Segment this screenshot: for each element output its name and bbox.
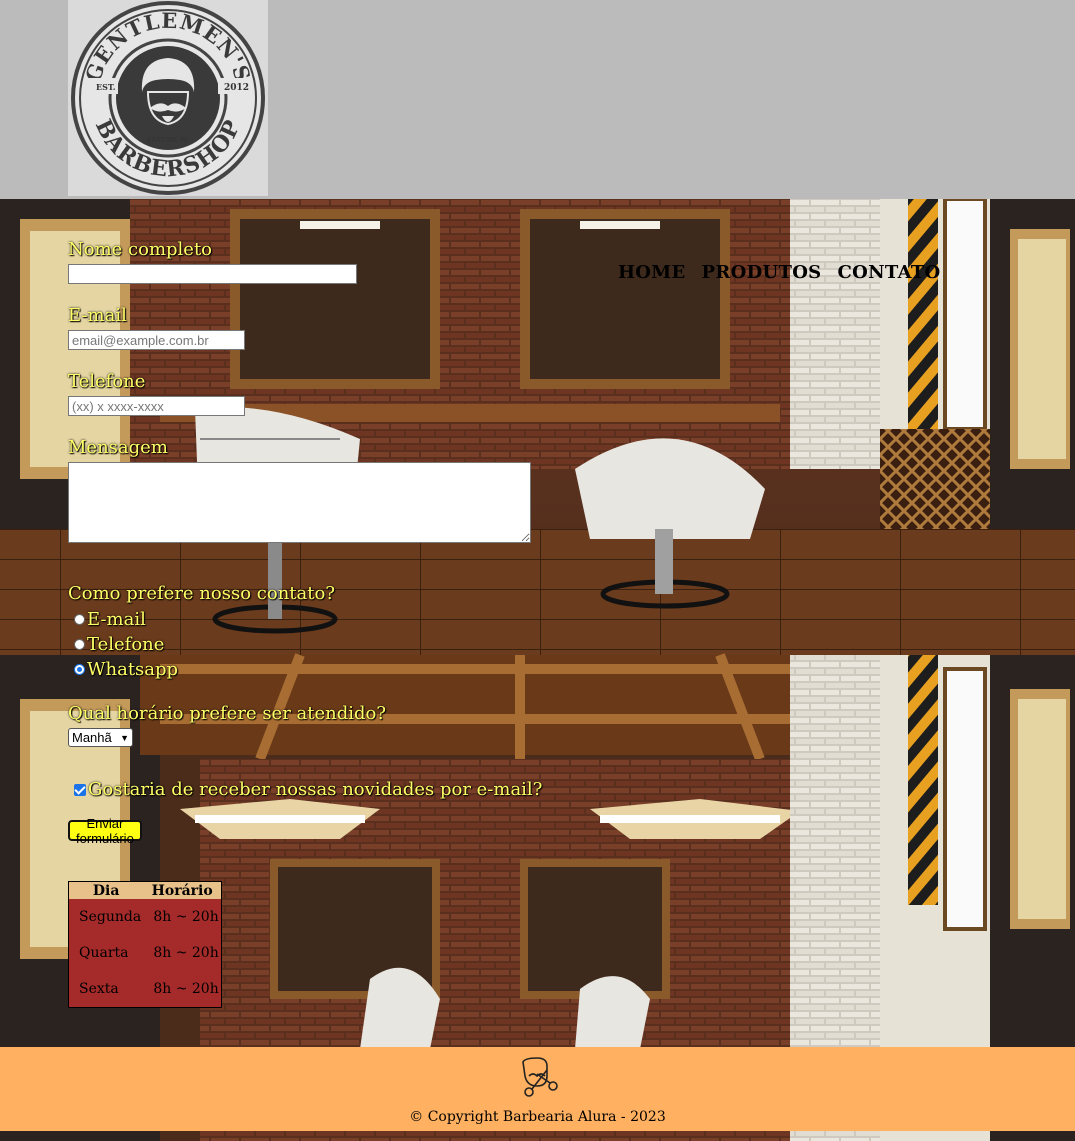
email-radio[interactable] xyxy=(74,614,85,625)
email-input[interactable] xyxy=(68,330,245,350)
nav-contato-link[interactable]: CONTATO xyxy=(838,262,941,283)
time-select[interactable]: Manhã ▼ xyxy=(68,728,133,747)
whatsapp-radio[interactable] xyxy=(74,664,85,675)
table-row: Sexta 8h ~ 20h xyxy=(68,971,222,1008)
newsletter-checkbox[interactable] xyxy=(74,783,86,796)
email-option-label: E-mail xyxy=(87,609,146,630)
time-select-value: Manhã xyxy=(72,730,112,745)
table-header-row: Dia Horário xyxy=(68,881,222,899)
site-header: GENTLEMEN'S BARBERSHOP EST. 2012 EASTON,… xyxy=(0,0,1075,199)
table-header-day: Dia xyxy=(68,881,144,899)
nav-produtos-link[interactable]: PRODUTOS xyxy=(702,262,822,283)
barber-scissors-icon xyxy=(517,1056,559,1102)
phone-label: Telefone xyxy=(68,371,146,392)
copyright-text: © Copyright Barbearia Alura - 2023 xyxy=(409,1109,666,1125)
table-cell-hours: 8h ~ 20h xyxy=(143,935,222,971)
newsletter-option[interactable]: Gostaria de receber nossas novidades por… xyxy=(74,779,542,800)
phone-input[interactable] xyxy=(68,396,245,416)
logo-est-badge: EST. xyxy=(96,82,116,92)
nav-home-link[interactable]: HOME xyxy=(618,262,686,283)
message-textarea[interactable] xyxy=(68,462,531,543)
name-input[interactable] xyxy=(68,264,357,284)
contact-preference-question: Como prefere nosso contato? xyxy=(68,583,335,604)
telefone-option-label: Telefone xyxy=(87,634,165,655)
site-footer: © Copyright Barbearia Alura - 2023 xyxy=(0,1047,1075,1131)
barbershop-logo[interactable]: GENTLEMEN'S BARBERSHOP EST. 2012 EASTON,… xyxy=(68,0,268,196)
table-cell-hours: 8h ~ 20h xyxy=(143,899,222,935)
email-label: E-mail xyxy=(68,305,127,326)
logo-location: EASTON, PA xyxy=(147,136,189,144)
main-navigation: HOME PRODUTOS CONTATO xyxy=(618,262,941,283)
submit-button[interactable]: Enviar formulário xyxy=(68,816,142,846)
table-row: Quarta 8h ~ 20h xyxy=(68,935,222,971)
chevron-down-icon: ▼ xyxy=(120,732,129,743)
logo-year-badge: 2012 xyxy=(224,83,249,93)
table-header-hours: Horário xyxy=(143,881,222,899)
time-preference-question: Qual horário prefere ser atendido? xyxy=(68,703,387,724)
table-cell-day: Quarta xyxy=(68,935,144,971)
table-row: Segunda 8h ~ 20h xyxy=(68,899,222,935)
contact-option-telefone[interactable]: Telefone xyxy=(74,634,164,655)
newsletter-label: Gostaria de receber nossas novidades por… xyxy=(88,779,543,800)
telefone-radio[interactable] xyxy=(74,639,85,650)
whatsapp-option-label: Whatsapp xyxy=(87,659,179,680)
message-label: Mensagem xyxy=(68,437,168,458)
table-cell-day: Sexta xyxy=(68,971,144,1008)
contact-option-email[interactable]: E-mail xyxy=(74,609,146,630)
table-cell-hours: 8h ~ 20h xyxy=(143,971,222,1008)
table-cell-day: Segunda xyxy=(68,899,144,935)
name-label: Nome completo xyxy=(68,239,213,260)
opening-hours-table: Dia Horário Segunda 8h ~ 20h Quarta 8h ~… xyxy=(68,881,222,1008)
contact-option-whatsapp[interactable]: Whatsapp xyxy=(74,659,178,680)
